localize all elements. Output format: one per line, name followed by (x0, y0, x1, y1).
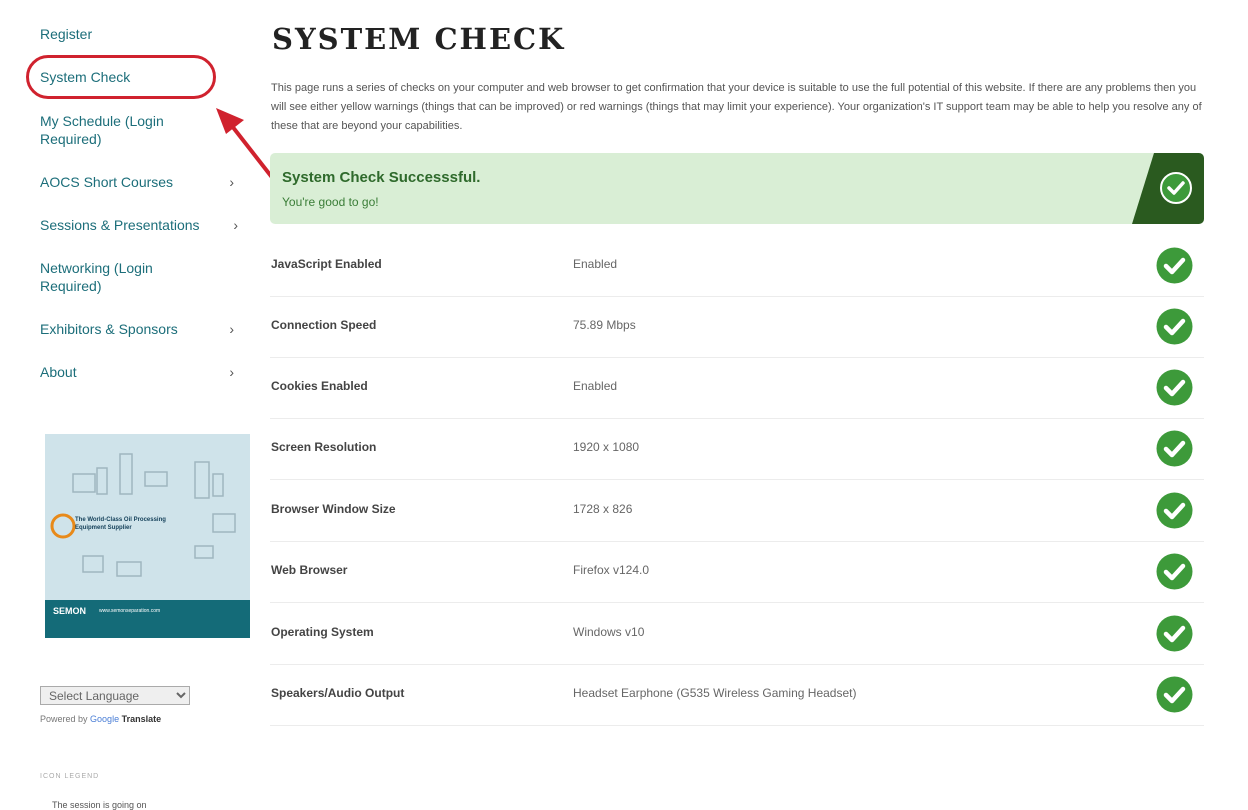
check-row: Connection Speed 75.89 Mbps (270, 296, 1204, 358)
check-row: Browser Window Size 1728 x 826 (270, 480, 1204, 542)
check-circle-icon (1156, 369, 1193, 406)
check-circle-icon (1156, 430, 1193, 467)
success-check-icon (1132, 153, 1204, 224)
check-value: Enabled (573, 257, 618, 271)
banner-footer: SEMON www.semonseparation.com (45, 600, 250, 638)
chevron-right-icon: › (229, 364, 234, 380)
language-select[interactable]: Select Language (40, 686, 190, 705)
sidebar-item-label: Exhibitors & Sponsors (40, 321, 178, 337)
check-value: 1728 x 826 (573, 502, 633, 516)
check-label: Browser Window Size (271, 502, 396, 516)
check-value: 1920 x 1080 (573, 440, 640, 454)
check-label: Web Browser (271, 563, 348, 577)
check-row: Screen Resolution 1920 x 1080 (270, 418, 1204, 480)
google-logo: Google (90, 714, 120, 724)
powered-by-google-translate: Powered by Google Translate (40, 714, 161, 724)
translate-link[interactable]: Translate (122, 714, 162, 724)
check-circle-icon (1156, 492, 1193, 529)
check-value: Windows v10 (573, 625, 645, 639)
check-circle-icon (1156, 676, 1193, 713)
banner-logo: SEMON (53, 606, 87, 616)
check-circle-icon (1156, 553, 1193, 590)
success-subtitle: You're good to go! (282, 195, 379, 209)
check-row: Web Browser Firefox v124.0 (270, 541, 1204, 603)
check-value: 75.89 Mbps (573, 318, 636, 332)
check-label: Operating System (271, 625, 374, 639)
success-alert: System Check Successsful. You're good to… (270, 153, 1204, 224)
check-value: Enabled (573, 379, 618, 393)
check-label: JavaScript Enabled (271, 257, 382, 271)
banner-tagline: The World-Class Oil Processing Equipment… (75, 517, 166, 531)
check-label: Cookies Enabled (271, 379, 368, 393)
check-row: Cookies Enabled Enabled (270, 357, 1204, 419)
success-title: System Check Successsful. (282, 169, 481, 186)
sidebar-item-label: About (40, 364, 77, 380)
intro-paragraph: This page runs a series of checks on you… (271, 82, 1202, 132)
check-value: Firefox v124.0 (573, 563, 650, 577)
check-row: Operating System Windows v10 (270, 603, 1204, 665)
sidebar-item-exhibitors-sponsors[interactable]: Exhibitors & Sponsors › (40, 320, 240, 338)
banner-url: www.semonseparation.com (99, 608, 161, 614)
check-value: Headset Earphone (G535 Wireless Gaming H… (573, 686, 857, 700)
chevron-right-icon: › (229, 321, 234, 337)
check-row: Speakers/Audio Output Headset Earphone (G… (270, 664, 1204, 726)
check-row: JavaScript Enabled Enabled (270, 235, 1204, 297)
check-label: Screen Resolution (271, 440, 377, 454)
sidebar-item-label: Networking (Login Required) (40, 260, 153, 294)
sponsor-banner[interactable]: The World-Class Oil Processing Equipment… (45, 434, 250, 638)
page-title: SYSTEM CHECK (272, 22, 566, 56)
check-label: Connection Speed (271, 318, 377, 332)
sidebar-item-about[interactable]: About › (40, 363, 240, 381)
powered-by-label: Powered by (40, 714, 88, 724)
check-circle-icon (1156, 247, 1193, 284)
sidebar-item-networking[interactable]: Networking (Login Required) (40, 259, 200, 295)
check-label: Speakers/Audio Output (271, 686, 405, 700)
check-circle-icon (1156, 308, 1193, 345)
icon-legend-heading: ICON LEGEND (40, 773, 100, 780)
check-circle-icon (1156, 615, 1193, 652)
